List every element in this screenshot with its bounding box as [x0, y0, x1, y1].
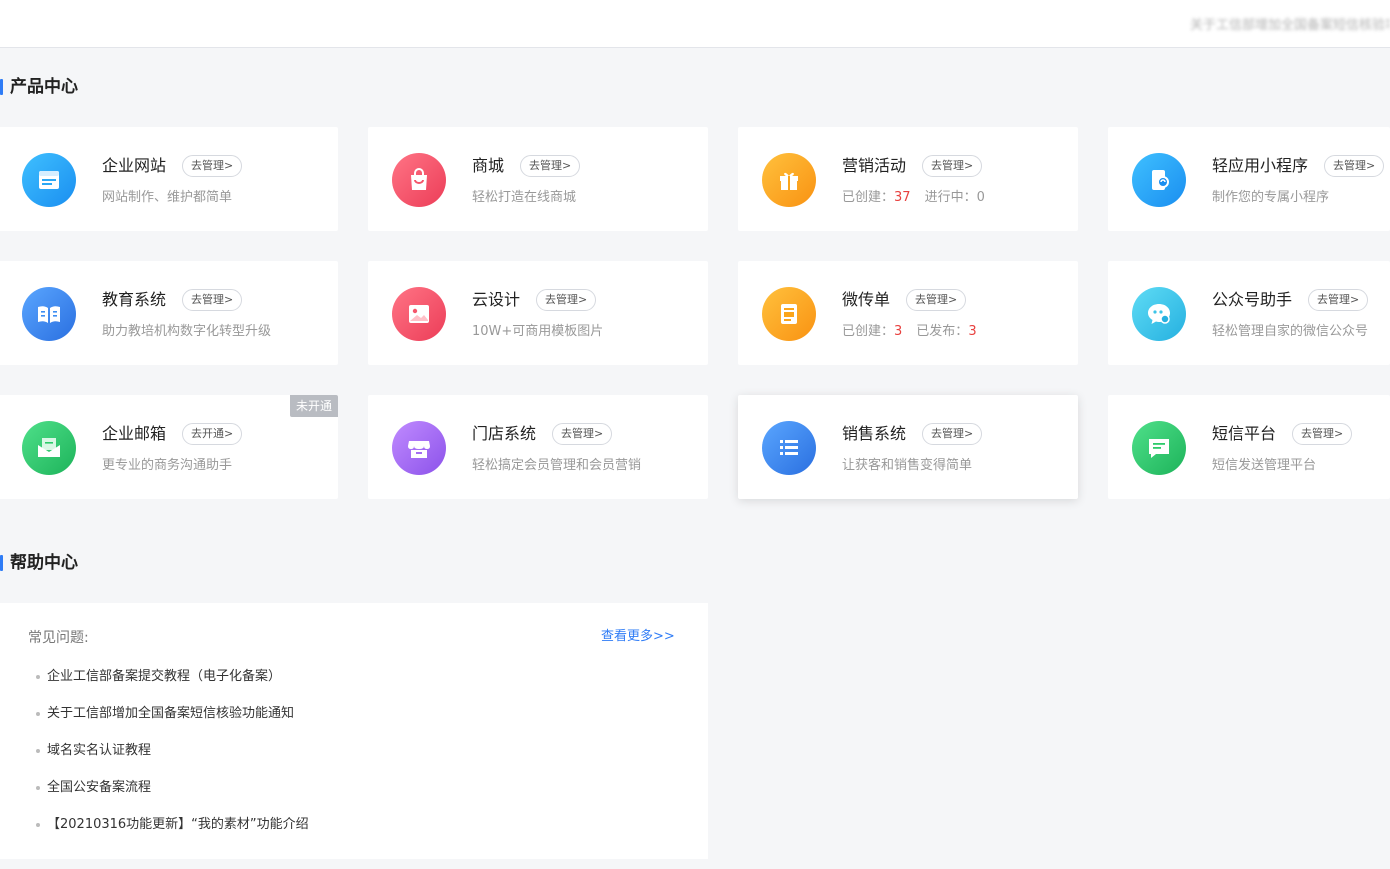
card-desc: 制作您的专属小程序 [1212, 190, 1330, 205]
product-card-sales[interactable]: 销售系统 去管理> 让获客和销售变得简单 [738, 395, 1078, 499]
card-name: 门店系统 [472, 424, 537, 443]
top-notice[interactable]: 关于工信部增加全国备案短信核验功能、三年服务 [1190, 14, 1390, 32]
card-stats: 已创建：37 进行中：0 [842, 189, 985, 207]
card-name: 商城 [472, 156, 505, 175]
card-desc: 网站制作、维护都简单 [102, 190, 233, 205]
faq-list: 企业工信部备案提交教程（电子化备案） 关于工信部增加全国备案短信核验功能通知 域… [36, 667, 309, 852]
status-badge: 未开通 [289, 395, 338, 417]
product-card-official-account[interactable]: 公众号助手 去管理> 轻松管理自家的微信公众号 [1108, 261, 1390, 365]
image-icon [392, 287, 446, 341]
created-count: 3 [894, 324, 903, 339]
card-name: 营销活动 [842, 156, 907, 175]
card-desc: 10W+可商用模板图片 [472, 324, 604, 339]
product-center-title: 产品中心 [0, 75, 78, 99]
faq-item[interactable]: 全国公安备案流程 [36, 778, 309, 815]
product-card-education[interactable]: 教育系统 去管理> 助力教培机构数字化转型升级 [0, 261, 338, 365]
manage-button[interactable]: 去管理> [182, 155, 243, 177]
product-card-website[interactable]: 企业网站 去管理> 网站制作、维护都简单 [0, 127, 338, 231]
top-bar: 关于工信部增加全国备案短信核验功能、三年服务 [0, 0, 1390, 48]
manage-button[interactable]: 去管理> [1292, 423, 1353, 445]
ongoing-count: 0 [976, 190, 985, 205]
product-card-mini-program[interactable]: 轻应用小程序 去管理> 制作您的专属小程序 [1108, 127, 1390, 231]
flyer-icon [762, 287, 816, 341]
faq-item[interactable]: 企业工信部备案提交教程（电子化备案） [36, 667, 309, 704]
card-name: 云设计 [472, 290, 521, 309]
card-name: 微传单 [842, 290, 891, 309]
manage-button[interactable]: 去管理> [922, 423, 983, 445]
manage-button[interactable]: 去管理> [906, 289, 967, 311]
faq-item[interactable]: 关于工信部增加全国备案短信核验功能通知 [36, 704, 309, 741]
product-card-cloud-design[interactable]: 云设计 去管理> 10W+可商用模板图片 [368, 261, 708, 365]
created-count: 37 [894, 190, 911, 205]
card-desc: 轻松搞定会员管理和会员营销 [472, 458, 642, 473]
product-card-store[interactable]: 门店系统 去管理> 轻松搞定会员管理和会员营销 [368, 395, 708, 499]
list-icon [762, 421, 816, 475]
published-count: 3 [968, 324, 977, 339]
manage-button[interactable]: 去管理> [182, 289, 243, 311]
card-name: 企业邮箱 [102, 424, 167, 443]
product-card-marketing[interactable]: 营销活动 去管理> 已创建：37 进行中：0 [738, 127, 1078, 231]
faq-item[interactable]: 【20210316功能更新】“我的素材”功能介绍 [36, 815, 309, 852]
website-icon [22, 153, 76, 207]
card-name: 销售系统 [842, 424, 907, 443]
card-desc: 让获客和销售变得简单 [842, 458, 973, 473]
created-label: 已创建： [842, 190, 895, 205]
card-desc: 助力教培机构数字化转型升级 [102, 324, 272, 339]
mini-program-icon [1132, 153, 1186, 207]
book-icon [22, 287, 76, 341]
card-desc: 更专业的商务沟通助手 [102, 458, 233, 473]
card-desc: 轻松管理自家的微信公众号 [1212, 324, 1369, 339]
card-name: 短信平台 [1212, 424, 1277, 443]
card-desc: 短信发送管理平台 [1212, 458, 1317, 473]
product-card-sms[interactable]: 短信平台 去管理> 短信发送管理平台 [1108, 395, 1390, 499]
card-name: 教育系统 [102, 290, 167, 309]
faq-item[interactable]: 域名实名认证教程 [36, 741, 309, 778]
manage-button[interactable]: 去管理> [536, 289, 597, 311]
mail-icon [22, 421, 76, 475]
created-label: 已创建： [842, 324, 895, 339]
product-card-flyer[interactable]: 微传单 去管理> 已创建：3 已发布：3 [738, 261, 1078, 365]
card-name: 轻应用小程序 [1212, 156, 1309, 175]
manage-button[interactable]: 去管理> [552, 423, 613, 445]
shopping-bag-icon [392, 153, 446, 207]
store-icon [392, 421, 446, 475]
manage-button[interactable]: 去管理> [520, 155, 581, 177]
gift-icon [762, 153, 816, 207]
card-name: 公众号助手 [1212, 290, 1293, 309]
ongoing-label: 进行中： [924, 190, 977, 205]
product-card-enterprise-mail[interactable]: 企业邮箱 去开通> 更专业的商务沟通助手 未开通 [0, 395, 338, 499]
card-stats: 已创建：3 已发布：3 [842, 323, 977, 341]
published-label: 已发布： [916, 324, 969, 339]
manage-button[interactable]: 去管理> [922, 155, 983, 177]
product-card-mall[interactable]: 商城 去管理> 轻松打造在线商城 [368, 127, 708, 231]
help-panel: 常见问题: 查看更多>> 企业工信部备案提交教程（电子化备案） 关于工信部增加全… [0, 603, 708, 859]
card-desc: 轻松打造在线商城 [472, 190, 577, 205]
manage-button[interactable]: 去管理> [1324, 155, 1385, 177]
card-name: 企业网站 [102, 156, 167, 175]
help-center-title: 帮助中心 [0, 551, 78, 575]
sms-icon [1132, 421, 1186, 475]
faq-label: 常见问题: [28, 630, 89, 646]
manage-button[interactable]: 去管理> [1308, 289, 1369, 311]
chat-bubble-icon [1132, 287, 1186, 341]
activate-button[interactable]: 去开通> [182, 423, 243, 445]
view-more-link[interactable]: 查看更多>> [601, 625, 675, 644]
